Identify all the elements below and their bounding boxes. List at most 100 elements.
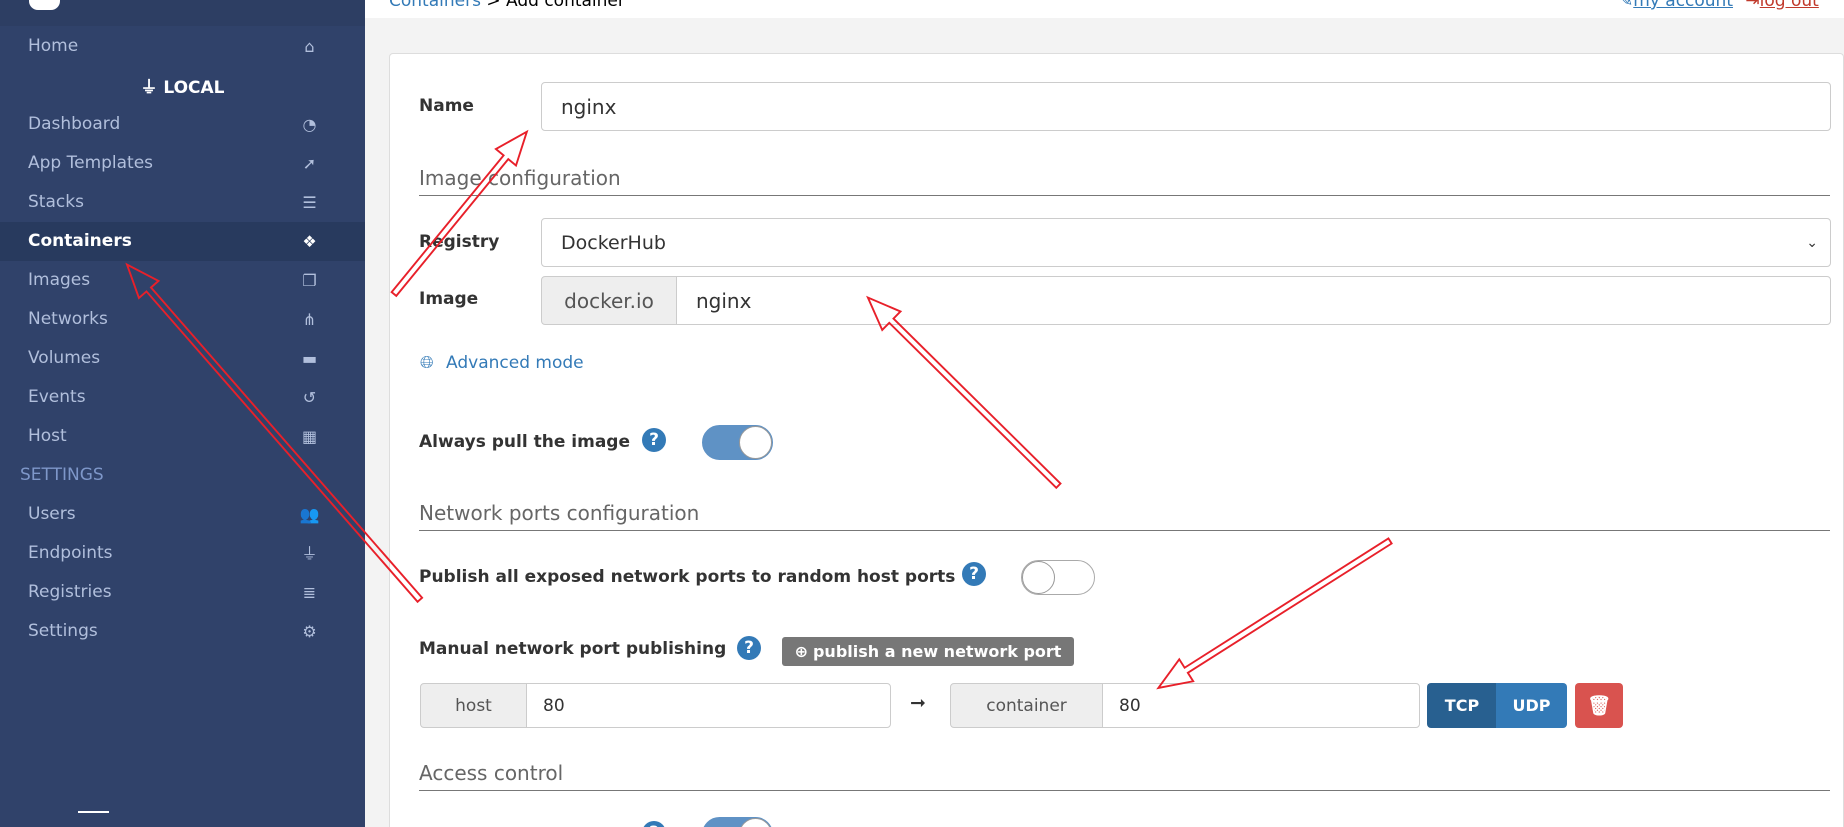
help-icon[interactable]: ? xyxy=(962,562,986,586)
sidebar-item-label: Images xyxy=(28,270,91,290)
host-addon: host xyxy=(420,683,527,728)
always-pull-toggle[interactable] xyxy=(702,425,773,460)
top-header: Containers > Add container ✎my account ⇥… xyxy=(365,0,1844,18)
portainer-footer-logo xyxy=(78,811,109,827)
always-pull-label: Always pull the image xyxy=(419,432,630,452)
sidebar-item-users[interactable]: Users 👥 xyxy=(0,495,365,534)
sidebar-item-registries[interactable]: Registries ≣ xyxy=(0,573,365,612)
home-icon: ⌂ xyxy=(304,37,315,56)
globe-icon: 🌐︎ xyxy=(420,353,434,373)
publish-new-port-label: publish a new network port xyxy=(812,642,1062,661)
sidebar-item-images[interactable]: Images ❐ xyxy=(0,261,365,300)
history-icon: ↺ xyxy=(302,388,317,407)
sidebar-item-dashboard[interactable]: Dashboard ◔ xyxy=(0,105,365,144)
breadcrumb-containers-link[interactable]: Containers xyxy=(389,0,481,11)
sidebar-item-app-templates[interactable]: App Templates ➚ xyxy=(0,144,365,183)
registry-select[interactable]: DockerHub ⌄ xyxy=(541,218,1831,267)
sidebar-item-home[interactable]: Home ⌂ xyxy=(0,27,365,66)
breadcrumb: Containers > Add container xyxy=(389,0,625,11)
container-port-input[interactable]: 80 xyxy=(1102,683,1420,728)
help-icon[interactable]: ? xyxy=(737,636,761,660)
image-configuration-heading: Image configuration xyxy=(419,166,1830,196)
tcp-button[interactable]: TCP xyxy=(1427,683,1497,728)
toggle-knob xyxy=(739,426,772,459)
image-input[interactable]: nginx xyxy=(676,276,1831,325)
user-links: ✎my account ⇥log out xyxy=(1619,0,1819,11)
sidebar-item-label: Registries xyxy=(28,582,112,602)
advanced-mode-link[interactable]: 🌐︎ Advanced mode xyxy=(420,353,584,373)
cubes-icon: ❖ xyxy=(302,232,317,251)
my-account-link[interactable]: my account xyxy=(1633,0,1733,11)
rocket-icon: ➚ xyxy=(302,154,317,173)
publish-all-toggle[interactable] xyxy=(1021,560,1095,595)
sidebar-item-containers[interactable]: Containers ❖ xyxy=(0,222,365,261)
sidebar-item-volumes[interactable]: Volumes ▬ xyxy=(0,339,365,378)
network-ports-heading: Network ports configuration xyxy=(419,501,1830,531)
sidebar-item-label: Networks xyxy=(28,309,108,329)
publish-all-label: Publish all exposed network ports to ran… xyxy=(419,567,956,587)
sidebar-item-label: Endpoints xyxy=(28,543,113,563)
access-control-heading: Access control xyxy=(419,761,1830,791)
access-control-toggle[interactable] xyxy=(702,817,773,827)
image-value: nginx xyxy=(696,288,752,313)
registry-label: Registry xyxy=(419,232,500,252)
sidebar-item-label: Stacks xyxy=(28,192,84,212)
trash-icon[interactable]: 🗑︎ xyxy=(1575,683,1623,728)
breadcrumb-current: Add container xyxy=(506,0,625,11)
settings-heading: SETTINGS xyxy=(20,465,104,485)
portainer-logo xyxy=(29,0,60,10)
sidebar-item-label: Settings xyxy=(28,621,98,641)
breadcrumb-separator: > xyxy=(480,0,506,11)
sidebar-item-label: Volumes xyxy=(28,348,101,368)
sidebar-item-label: Containers xyxy=(28,231,132,251)
plug-icon: ⏚ xyxy=(140,78,158,98)
sidebar-item-networks[interactable]: Networks ⋔ xyxy=(0,300,365,339)
container-port-value: 80 xyxy=(1119,695,1141,716)
sidebar-item-events[interactable]: Events ↺ xyxy=(0,378,365,417)
endpoint-label: LOCAL xyxy=(163,78,225,98)
publish-new-port-button[interactable]: ⊕ publish a new network port xyxy=(782,637,1074,666)
container-addon: container xyxy=(950,683,1103,728)
host-port-value: 80 xyxy=(543,695,565,716)
sidebar-logo-area xyxy=(0,0,365,26)
sidebar-item-label: Events xyxy=(28,387,86,407)
sidebar: Home ⌂ ⏚ LOCAL Dashboard ◔ App Templates ➚ S… xyxy=(0,0,365,827)
database-icon: ≣ xyxy=(302,583,317,602)
sitemap-icon: ⋔ xyxy=(302,310,317,329)
sidebar-item-label: Users xyxy=(28,504,76,524)
plug-icon: ⏚ xyxy=(301,544,318,563)
th-icon: ▦ xyxy=(301,427,318,446)
sidebar-item-label: App Templates xyxy=(28,153,154,173)
sidebar-item-endpoints[interactable]: Endpoints ⏚ xyxy=(0,534,365,573)
toggle-knob xyxy=(739,818,772,827)
hdd-icon: ▬ xyxy=(301,349,318,368)
udp-button[interactable]: UDP xyxy=(1496,683,1567,728)
sign-out-icon: ⇥ xyxy=(1745,0,1760,11)
name-input[interactable]: nginx xyxy=(541,82,1831,131)
endpoint-name: ⏚ LOCAL xyxy=(0,73,365,98)
registry-value: DockerHub xyxy=(561,231,666,254)
log-out-link[interactable]: log out xyxy=(1760,0,1819,11)
access-control-row: ? xyxy=(389,812,1844,827)
wrench-icon: ✎ xyxy=(1619,0,1634,11)
sidebar-item-settings[interactable]: Settings ⚙ xyxy=(0,612,365,651)
plus-circle-icon: ⊕ xyxy=(794,642,808,661)
sidebar-item-stacks[interactable]: Stacks ☰ xyxy=(0,183,365,222)
help-icon[interactable]: ? xyxy=(642,428,666,452)
name-value: nginx xyxy=(561,94,617,119)
sidebar-item-label: Dashboard xyxy=(28,114,121,134)
host-port-input[interactable]: 80 xyxy=(526,683,891,728)
help-icon[interactable]: ? xyxy=(642,821,666,827)
toggle-knob xyxy=(1022,561,1055,594)
image-label: Image xyxy=(419,289,479,309)
tachometer-icon: ◔ xyxy=(302,115,317,134)
cogs-icon: ⚙ xyxy=(302,622,317,641)
chevron-down-icon: ⌄ xyxy=(1806,234,1818,251)
users-icon: 👥 xyxy=(299,505,320,524)
th-list-icon: ☰ xyxy=(302,193,317,212)
clone-icon: ❐ xyxy=(302,271,317,290)
manual-port-label: Manual network port publishing xyxy=(419,639,727,659)
sidebar-item-host[interactable]: Host ▦ xyxy=(0,417,365,456)
name-label: Name xyxy=(419,96,474,116)
sidebar-item-label: Host xyxy=(28,426,67,446)
